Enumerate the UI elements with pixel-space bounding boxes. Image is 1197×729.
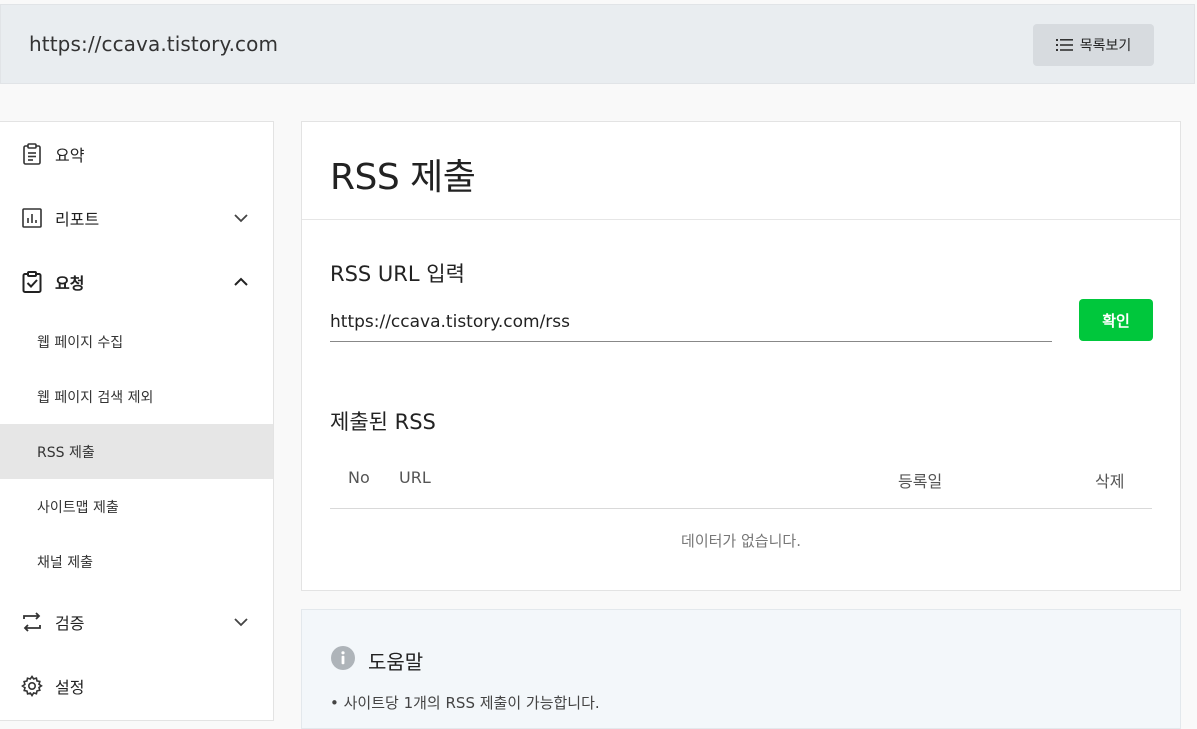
help-title: 도움말 [368,650,424,674]
clipboard-check-icon [22,271,42,293]
sidebar-subitem-label: 채널 제출 [37,554,93,571]
sidebar-item-settings[interactable]: 설정 [0,658,273,714]
list-view-label: 목록보기 [1079,38,1132,54]
chevron-down-icon [234,618,248,627]
sidebar-subitem-sitemap-submit[interactable]: 사이트맵 제출 [0,479,273,534]
chevron-down-icon [234,214,248,223]
sidebar-item-label: 요청 [55,274,85,293]
swap-arrows-icon [23,612,41,632]
chevron-up-icon [234,277,248,286]
clipboard-icon [23,143,41,165]
sidebar-subitem-rss-submit[interactable]: RSS 제출 [0,424,273,479]
sidebar-subitem-channel-submit[interactable]: 채널 제출 [0,534,273,589]
sidebar-item-label: 요약 [55,146,85,165]
divider [302,219,1180,220]
sidebar: 요약 리포트 요청 웹 페이지 수집 웹 페이지 검색 제외 RSS 제출 사이… [0,121,274,721]
rss-url-input[interactable] [330,302,1052,342]
rss-url-section-title: RSS URL 입력 [330,262,465,286]
sidebar-item-verify[interactable]: 검증 [0,594,273,650]
sidebar-subitem-label: 웹 페이지 수집 [37,334,124,351]
gear-icon [21,675,43,697]
list-icon [1055,39,1073,51]
sidebar-subitem-label: 웹 페이지 검색 제외 [37,389,154,406]
help-box: 도움말 • 사이트당 1개의 RSS 제출이 가능합니다. [301,609,1181,729]
sidebar-item-report[interactable]: 리포트 [0,190,273,246]
table-header-delete: 삭제 [1095,472,1125,491]
page-title: RSS 제출 [330,157,476,198]
table-header-url: URL [399,468,431,487]
empty-table-message: 데이터가 없습니다. [681,532,801,550]
sidebar-item-summary[interactable]: 요약 [0,126,273,182]
info-icon [331,646,355,670]
table-divider [330,508,1152,509]
sidebar-subitem-label: RSS 제출 [37,444,95,461]
list-view-button[interactable]: 목록보기 [1033,24,1154,66]
site-url: https://ccava.tistory.com [29,32,279,56]
table-header-no: No [348,468,370,487]
sidebar-item-request[interactable]: 요청 [0,254,273,310]
submitted-rss-title: 제출된 RSS [330,410,436,434]
sidebar-subitem-web-page-exclude[interactable]: 웹 페이지 검색 제외 [0,369,273,424]
top-bar: https://ccava.tistory.com 목록보기 [0,4,1195,84]
sidebar-item-label: 검증 [55,614,85,633]
sidebar-subitem-web-page-collect[interactable]: 웹 페이지 수집 [0,314,273,369]
table-header-date: 등록일 [898,472,943,491]
confirm-button[interactable]: 확인 [1079,299,1153,341]
rss-submit-card: RSS 제출 RSS URL 입력 확인 제출된 RSS No URL 등록일 … [301,121,1181,591]
sidebar-item-label: 설정 [55,678,85,697]
bar-chart-icon [22,208,42,228]
sidebar-subitem-label: 사이트맵 제출 [37,499,119,516]
sidebar-item-label: 리포트 [55,210,100,229]
